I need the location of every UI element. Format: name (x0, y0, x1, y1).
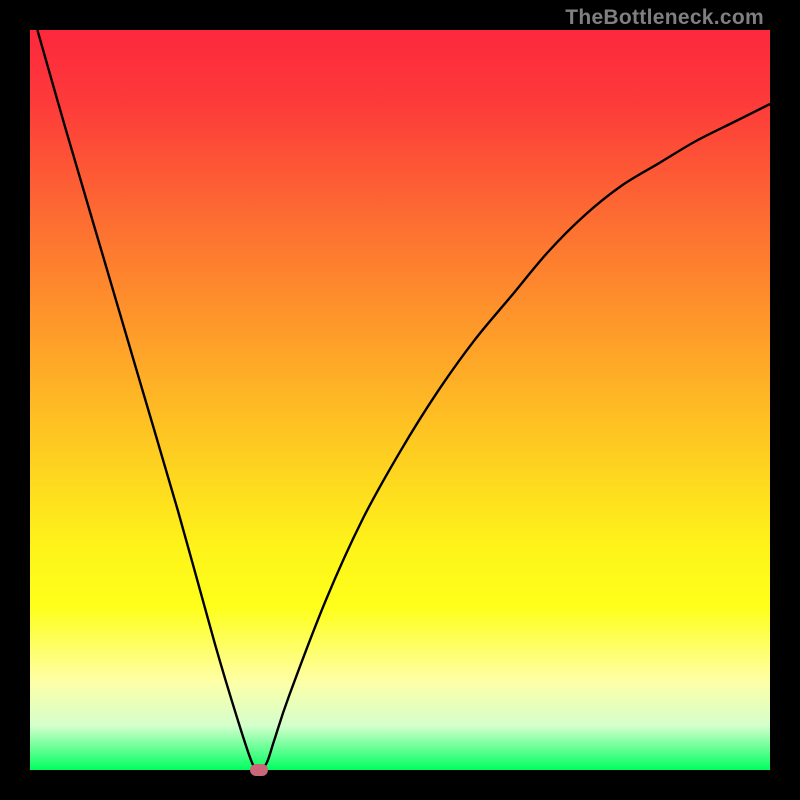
plot-area (30, 30, 770, 770)
minimum-marker (250, 764, 268, 776)
watermark-text: TheBottleneck.com (565, 6, 764, 30)
chart-frame: TheBottleneck.com (0, 0, 800, 800)
bottleneck-curve (30, 30, 770, 770)
